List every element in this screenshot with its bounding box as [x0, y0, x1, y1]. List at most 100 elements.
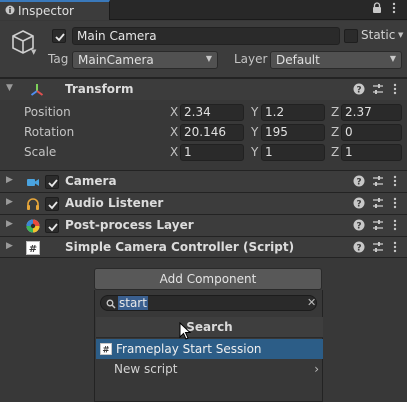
axis-y-label[interactable]: Y — [251, 105, 258, 119]
help-icon[interactable]: ? — [353, 83, 365, 95]
foldout-expanded-icon[interactable]: ▼ — [6, 83, 13, 93]
transform-title: Transform — [65, 82, 134, 96]
position-x-field[interactable]: 2.34 — [180, 104, 244, 121]
axis-x-label[interactable]: X — [170, 145, 178, 159]
presets-sliders-icon[interactable] — [372, 219, 384, 231]
audio-listener-component-header[interactable]: ▶ Audio Listener ? — [0, 192, 407, 214]
clear-search-icon[interactable]: ✕ — [307, 296, 316, 310]
post-process-enabled-checkbox[interactable] — [45, 219, 59, 233]
svg-text:?: ? — [356, 177, 361, 187]
presets-sliders-icon[interactable] — [372, 175, 384, 187]
help-icon[interactable]: ? — [353, 241, 365, 253]
axis-z-label[interactable]: Z — [331, 125, 339, 139]
headphones-icon — [26, 197, 40, 211]
position-z-field[interactable]: 2.37 — [341, 104, 402, 121]
kebab-menu-icon[interactable] — [391, 175, 403, 187]
add-component-button[interactable]: Add Component — [94, 268, 322, 290]
rotation-x-field[interactable]: 20.146 — [180, 124, 244, 141]
rotation-z-field[interactable]: 0 — [341, 124, 402, 141]
help-icon[interactable]: ? — [353, 197, 365, 209]
simple-camera-controller-component-header[interactable]: ▶ # Simple Camera Controller (Script) ? — [0, 236, 407, 258]
info-icon — [5, 4, 15, 15]
svg-text:#: # — [29, 244, 37, 255]
foldout-collapsed-icon[interactable]: ▶ — [6, 197, 13, 207]
audio-listener-enabled-checkbox[interactable] — [45, 197, 59, 211]
add-component-popup: start ✕ Search # Frameplay Start Session… — [94, 290, 323, 402]
presets-sliders-icon[interactable] — [372, 197, 384, 209]
kebab-menu-icon[interactable] — [391, 197, 403, 209]
popup-title: Search — [96, 317, 323, 338]
static-dropdown-caret[interactable]: ▼ — [398, 31, 403, 39]
chevron-down-icon: ▼ — [205, 54, 212, 63]
axis-x-label[interactable]: X — [170, 105, 178, 119]
axis-z-label[interactable]: Z — [331, 145, 339, 159]
gameobject-header: ▼ Main Camera Static ▼ Tag MainCamera ▼ … — [0, 21, 407, 78]
scale-z-field[interactable]: 1 — [341, 144, 402, 161]
axis-x-label[interactable]: X — [170, 125, 178, 139]
post-process-title: Post-process Layer — [65, 218, 194, 232]
help-icon[interactable]: ? — [353, 175, 365, 187]
kebab-menu-icon[interactable] — [391, 219, 403, 231]
result-label: New script — [114, 362, 178, 376]
search-query-text[interactable]: start — [118, 296, 148, 310]
layer-dropdown[interactable]: Default ▼ — [270, 51, 402, 69]
axis-y-label[interactable]: Y — [251, 145, 258, 159]
kebab-menu-icon[interactable] — [391, 83, 403, 95]
tag-dropdown[interactable]: MainCamera ▼ — [72, 51, 218, 69]
search-icon — [106, 298, 116, 309]
position-y-field[interactable]: 1.2 — [261, 104, 325, 121]
presets-sliders-icon[interactable] — [372, 83, 384, 95]
transform-body: Position X 2.34 Y 1.2 Z 2.37 Rotation X … — [0, 100, 407, 169]
rotation-label: Rotation — [24, 125, 75, 139]
mouse-cursor-icon — [179, 321, 193, 342]
help-icon[interactable]: ? — [353, 219, 365, 231]
result-item-new-script[interactable]: New script › — [96, 359, 323, 379]
post-process-layer-component-header[interactable]: ▶ Post-process Layer ? — [0, 214, 407, 236]
camera-icon — [26, 175, 40, 189]
kebab-menu-icon[interactable] — [390, 2, 398, 14]
result-label: Frameplay Start Session — [116, 342, 262, 356]
axis-y-label[interactable]: Y — [251, 125, 258, 139]
tab-bar: Inspector — [0, 0, 407, 20]
tab-title: Inspector — [18, 4, 74, 18]
layer-value: Default — [276, 53, 320, 67]
static-checkbox[interactable] — [344, 29, 358, 43]
foldout-collapsed-icon[interactable]: ▶ — [6, 241, 13, 251]
foldout-collapsed-icon[interactable]: ▶ — [6, 175, 13, 185]
component-search-input[interactable]: start ✕ — [100, 295, 317, 311]
static-label: Static — [361, 28, 396, 42]
chevron-down-icon: ▼ — [389, 54, 396, 63]
kebab-menu-icon[interactable] — [391, 241, 403, 253]
icon-dropdown-caret[interactable]: ▼ — [31, 48, 36, 56]
audio-listener-title: Audio Listener — [65, 196, 164, 210]
tag-label: Tag — [48, 52, 69, 66]
scale-x-field[interactable]: 1 — [180, 144, 244, 161]
active-checkbox[interactable] — [52, 29, 66, 43]
rotation-y-field[interactable]: 195 — [261, 124, 325, 141]
scale-y-field[interactable]: 1 — [261, 144, 325, 161]
result-item-frameplay-start-session[interactable]: # Frameplay Start Session — [96, 339, 323, 359]
tag-value: MainCamera — [78, 53, 154, 67]
camera-enabled-checkbox[interactable] — [45, 175, 59, 189]
transform-header[interactable]: ▼ Transform ? — [0, 78, 407, 100]
foldout-collapsed-icon[interactable]: ▶ — [6, 219, 13, 229]
svg-text:?: ? — [356, 85, 361, 95]
scale-label: Scale — [24, 145, 57, 159]
tab-inspector[interactable]: Inspector — [0, 0, 110, 20]
object-name-input[interactable]: Main Camera — [72, 27, 340, 45]
svg-text:#: # — [102, 345, 109, 355]
simple-camera-controller-title: Simple Camera Controller (Script) — [65, 240, 295, 254]
axis-z-label[interactable]: Z — [331, 105, 339, 119]
transform-axes-icon — [30, 83, 44, 97]
post-process-icon — [26, 219, 40, 233]
script-icon: # — [100, 341, 112, 361]
camera-component-header[interactable]: ▶ Camera ? — [0, 170, 407, 192]
lock-icon[interactable] — [372, 2, 382, 14]
camera-title: Camera — [65, 174, 117, 188]
svg-text:?: ? — [356, 243, 361, 253]
presets-sliders-icon[interactable] — [372, 241, 384, 253]
svg-text:?: ? — [356, 221, 361, 231]
chevron-right-icon: › — [314, 362, 319, 376]
layer-label: Layer — [234, 52, 268, 66]
svg-text:?: ? — [356, 199, 361, 209]
